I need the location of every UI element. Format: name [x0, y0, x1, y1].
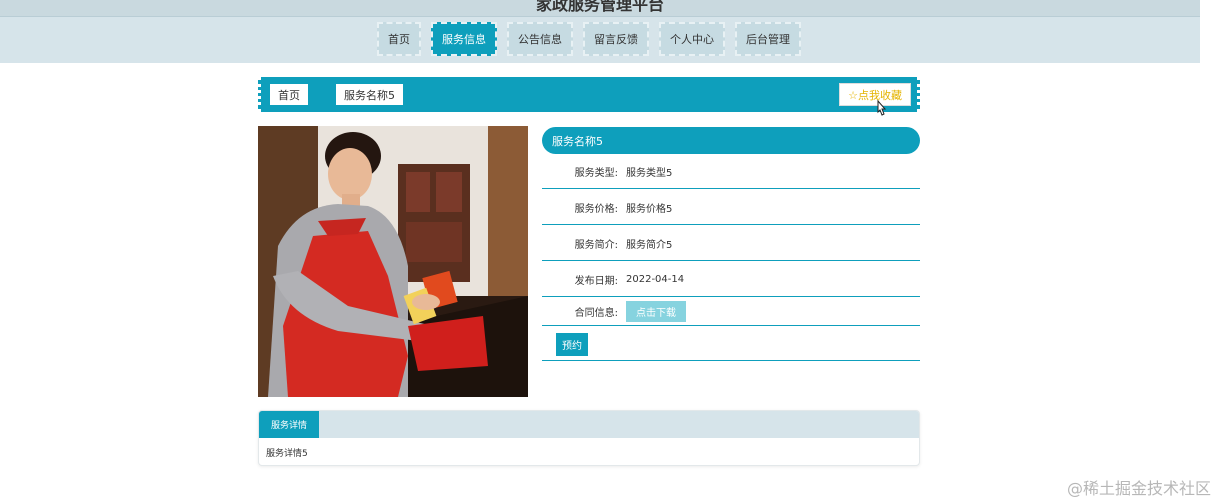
- mouse-pointer-icon: [877, 100, 887, 116]
- tab-header: 服务详情: [259, 411, 919, 438]
- watermark: @稀土掘金技术社区: [1066, 479, 1211, 498]
- row-service-type: 服务类型: 服务类型5: [542, 154, 920, 189]
- main-nav: 首页 服务信息 公告信息 留言反馈 个人中心 后台管理: [0, 17, 1200, 63]
- row-service-intro: 服务简介: 服务简介5: [542, 226, 920, 261]
- breadcrumb-home[interactable]: 首页: [270, 84, 308, 105]
- row-label: 服务简介:: [574, 239, 618, 251]
- row-value: 服务价格5: [626, 203, 673, 215]
- nav-item-admin[interactable]: 后台管理: [735, 22, 801, 56]
- tab-content: 服务详情5: [266, 449, 308, 459]
- page: 家政服务管理平台 首页 服务信息 公告信息 留言反馈 个人中心 后台管理 首页 …: [0, 0, 1217, 501]
- book-button[interactable]: 预约: [556, 333, 588, 356]
- nav-item-home[interactable]: 首页: [377, 22, 421, 56]
- nav-items: 首页 服务信息 公告信息 留言反馈 个人中心 后台管理: [377, 22, 801, 56]
- download-button[interactable]: 点击下载: [626, 301, 686, 322]
- row-label: 服务类型:: [574, 167, 618, 179]
- nav-item-profile[interactable]: 个人中心: [659, 22, 725, 56]
- row-label: 合同信息:: [574, 308, 618, 319]
- row-value: 服务简介5: [626, 239, 673, 251]
- row-value: 服务类型5: [626, 167, 673, 179]
- site-title: 家政服务管理平台: [535, 0, 664, 14]
- breadcrumb: 首页 服务名称5 ☆点我收藏: [258, 77, 920, 112]
- row-publish-date: 发布日期: 2022-04-14: [542, 262, 920, 297]
- row-contract: 合同信息: 点击下载: [542, 298, 920, 326]
- row-label: 服务价格:: [574, 203, 618, 215]
- detail-title: 服务名称5: [542, 127, 920, 154]
- row-label: 发布日期:: [574, 275, 618, 287]
- row-service-price: 服务价格: 服务价格5: [542, 190, 920, 225]
- service-photo: [258, 126, 528, 397]
- breadcrumb-current[interactable]: 服务名称5: [336, 84, 403, 105]
- detail-tab-panel: 服务详情 服务详情5: [258, 410, 920, 466]
- row-value: 2022-04-14: [626, 273, 685, 285]
- nav-item-services[interactable]: 服务信息: [431, 22, 497, 56]
- tab-service-detail[interactable]: 服务详情: [259, 411, 320, 438]
- divider: [542, 360, 920, 361]
- nav-item-feedback[interactable]: 留言反馈: [583, 22, 649, 56]
- nav-item-announcements[interactable]: 公告信息: [507, 22, 573, 56]
- top-banner: 家政服务管理平台: [0, 0, 1200, 17]
